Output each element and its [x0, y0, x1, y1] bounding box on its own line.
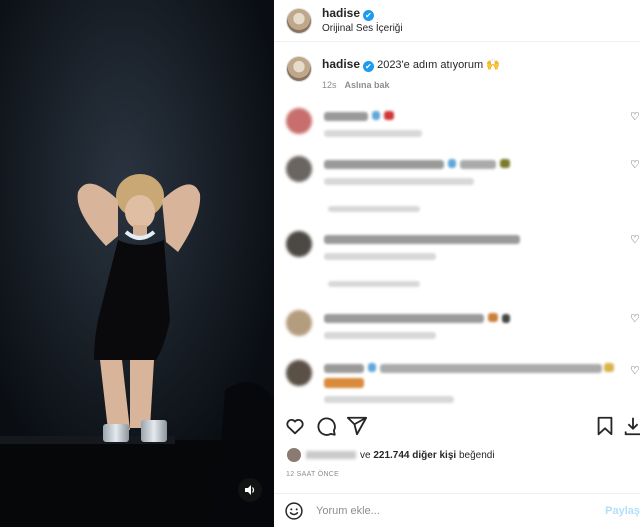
comment-like-icon[interactable]: ♡: [630, 235, 640, 246]
commenter-avatar[interactable]: [286, 231, 312, 257]
comment-like-icon[interactable]: ♡: [630, 314, 640, 325]
see-original-link[interactable]: Aslına bak: [345, 80, 390, 90]
caption-time: 12s: [322, 80, 337, 90]
header-username[interactable]: hadise: [322, 6, 360, 20]
comment-like-icon[interactable]: ♡: [630, 112, 640, 123]
download-icon[interactable]: [622, 415, 640, 437]
likes-count[interactable]: 221.744 diğer kişi: [373, 450, 456, 461]
likes-summary: ve 221.744 diğer kişi beğendi: [286, 447, 495, 463]
liker-avatar[interactable]: [286, 447, 302, 463]
comment-like-icon[interactable]: ♡: [630, 160, 640, 171]
caption-username[interactable]: hadise: [322, 57, 360, 71]
concert-photo: [0, 0, 274, 527]
send-icon[interactable]: [346, 415, 368, 437]
comment-item: ♡: [286, 231, 640, 297]
smile-icon[interactable]: [284, 501, 304, 521]
post-panel: hadise ✔ Orijinal Ses İçeriği hadise ✔ 202…: [274, 0, 640, 527]
comment-item: ♡: [286, 310, 640, 350]
speaker-icon: [245, 485, 255, 495]
likes-prefix: ve: [360, 449, 371, 461]
audio-label[interactable]: Orijinal Ses İçeriği: [322, 21, 403, 36]
audio-toggle-button[interactable]: [238, 478, 262, 502]
likes-suffix: beğendi: [458, 449, 495, 461]
heart-icon[interactable]: [284, 415, 306, 437]
caption-text: 2023'e adım atıyorum 🙌: [377, 59, 500, 71]
comment-input[interactable]: Yorum ekle...: [316, 505, 380, 517]
commenter-avatar[interactable]: [286, 310, 312, 336]
comment-item: ♡: [286, 156, 640, 222]
commenter-avatar[interactable]: [286, 360, 312, 386]
post-timestamp: 12 SAAT ÖNCE: [286, 471, 340, 478]
action-bar: [274, 410, 640, 444]
post-header: hadise ✔ Orijinal Ses İçeriği: [274, 0, 640, 42]
comment-item: ♡: [286, 360, 640, 410]
add-comment-bar: Yorum ekle... Paylaş: [274, 493, 640, 527]
post-comment-button[interactable]: Paylaş: [605, 505, 640, 517]
comments-list[interactable]: hadise ✔ 2023'e adım atıyorum 🙌 12s Aslına…: [274, 42, 640, 410]
caption-avatar[interactable]: [286, 56, 312, 82]
comment-icon[interactable]: [315, 415, 337, 437]
post-caption: hadise ✔ 2023'e adım atıyorum 🙌 12s Aslına…: [286, 56, 500, 93]
comment-like-icon[interactable]: ♡: [630, 366, 640, 377]
commenter-avatar[interactable]: [286, 156, 312, 182]
avatar[interactable]: [286, 7, 312, 34]
comment-item: ♡: [286, 108, 640, 148]
commenter-avatar[interactable]: [286, 108, 312, 134]
verified-icon: ✔: [363, 61, 375, 72]
post-media[interactable]: [0, 0, 274, 527]
verified-icon: ✔: [363, 10, 375, 21]
liker-name-blurred[interactable]: [306, 451, 356, 459]
bookmark-icon[interactable]: [594, 415, 616, 437]
